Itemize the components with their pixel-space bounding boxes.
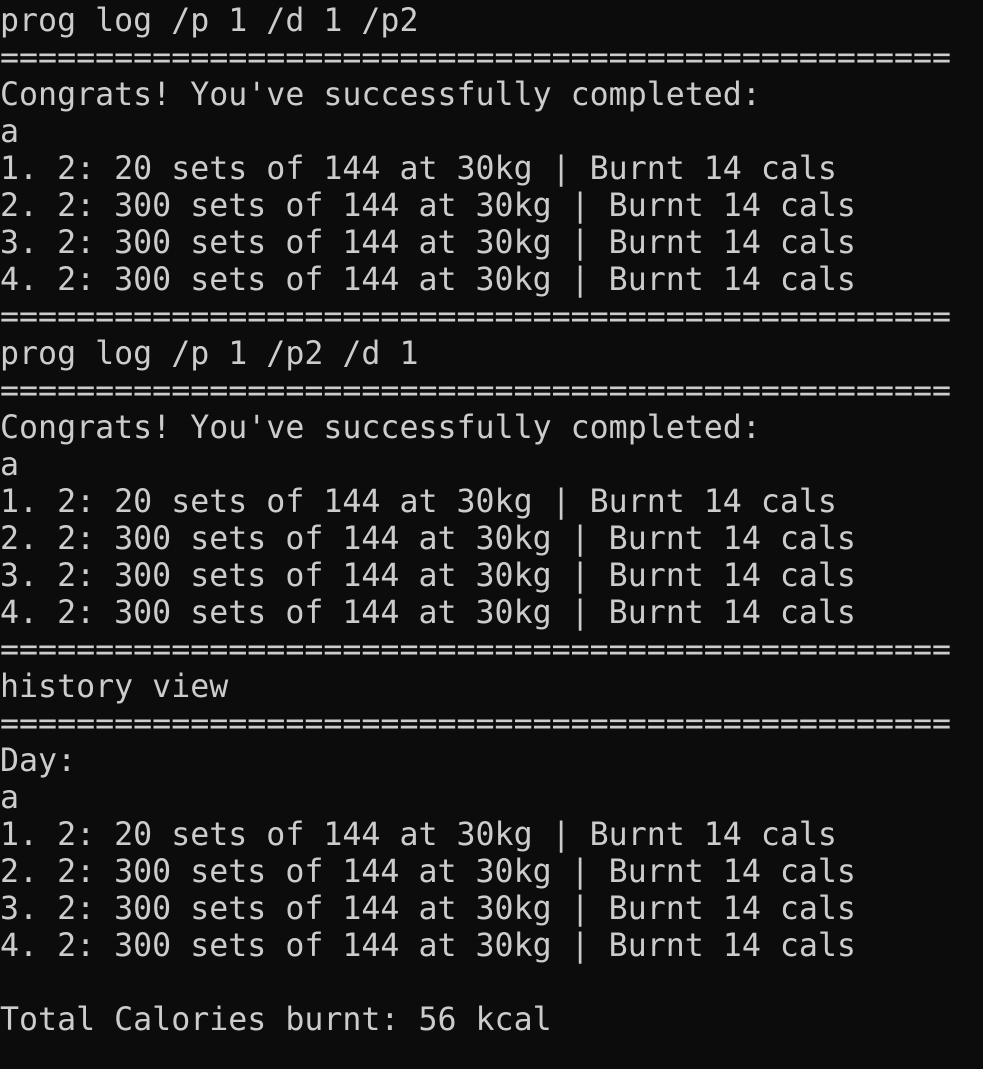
separator-line: ========================================… bbox=[0, 40, 952, 76]
terminal-output[interactable]: prog log /p 1 /d 1 /p2 =================… bbox=[0, 3, 983, 1039]
output-line: 1. 2: 20 sets of 144 at 30kg | Burnt 14 … bbox=[0, 817, 837, 853]
separator-line: ========================================… bbox=[0, 299, 952, 335]
command-line: history view bbox=[0, 669, 229, 705]
command-line: prog log /p 1 /p2 /d 1 bbox=[0, 336, 419, 372]
total-calories-line: Total Calories burnt: 56 kcal bbox=[0, 1002, 552, 1038]
separator-line: ========================================… bbox=[0, 373, 952, 409]
separator-line: ========================================… bbox=[0, 706, 952, 742]
output-line: 4. 2: 300 sets of 144 at 30kg | Burnt 14… bbox=[0, 595, 856, 631]
output-line: a bbox=[0, 114, 20, 150]
output-line: 3. 2: 300 sets of 144 at 30kg | Burnt 14… bbox=[0, 225, 856, 261]
output-line: 1. 2: 20 sets of 144 at 30kg | Burnt 14 … bbox=[0, 151, 837, 187]
output-line: 2. 2: 300 sets of 144 at 30kg | Burnt 14… bbox=[0, 521, 856, 557]
output-line: 4. 2: 300 sets of 144 at 30kg | Burnt 14… bbox=[0, 262, 856, 298]
output-line: 3. 2: 300 sets of 144 at 30kg | Burnt 14… bbox=[0, 558, 856, 594]
output-line: 2. 2: 300 sets of 144 at 30kg | Burnt 14… bbox=[0, 854, 856, 890]
output-line: 1. 2: 20 sets of 144 at 30kg | Burnt 14 … bbox=[0, 484, 837, 520]
output-line: 4. 2: 300 sets of 144 at 30kg | Burnt 14… bbox=[0, 928, 856, 964]
separator-line: ========================================… bbox=[0, 632, 952, 668]
output-line: 3. 2: 300 sets of 144 at 30kg | Burnt 14… bbox=[0, 891, 856, 927]
output-line: a bbox=[0, 780, 20, 816]
output-line: 2. 2: 300 sets of 144 at 30kg | Burnt 14… bbox=[0, 188, 856, 224]
output-line: a bbox=[0, 447, 20, 483]
output-line: Congrats! You've successfully completed: bbox=[0, 410, 761, 446]
output-line: Day: bbox=[0, 743, 77, 779]
command-line: prog log /p 1 /d 1 /p2 bbox=[0, 3, 419, 39]
output-line: Congrats! You've successfully completed: bbox=[0, 77, 761, 113]
